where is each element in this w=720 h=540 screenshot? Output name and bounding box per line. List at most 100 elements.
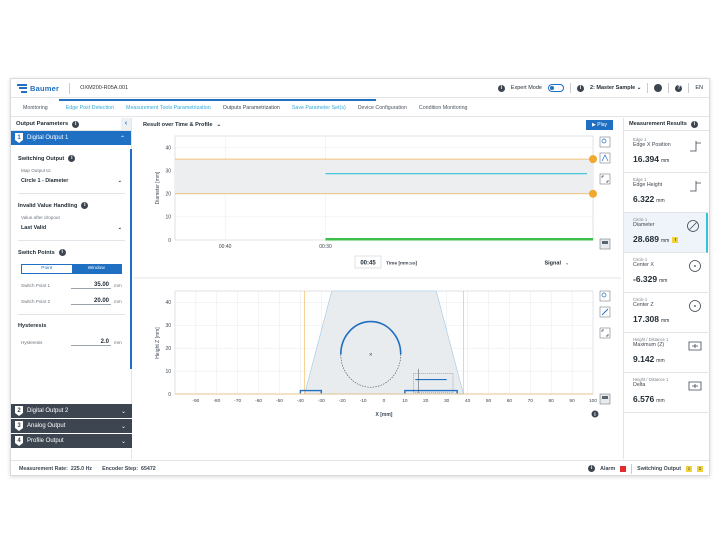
measurement-result-item[interactable]: Circle 1 Center Z 17.308 mm — [624, 293, 708, 333]
accordion-analog-output[interactable]: 3 Analog Output ⌄ — [11, 419, 132, 434]
info-icon[interactable]: i — [497, 84, 505, 92]
map-output-select[interactable]: Circle 1 - Diameter ⌄ — [21, 177, 122, 185]
x-tick-label: 80 — [549, 398, 555, 404]
circle-diameter-icon — [687, 220, 699, 232]
measurement-result-item[interactable]: Height / Distance 1 Delta 6.576 mm — [624, 373, 708, 413]
tab-measurement-tools[interactable]: Measurement Tools Parametrization — [120, 105, 217, 116]
info-icon[interactable]: i — [576, 84, 584, 92]
info-icon[interactable]: i — [588, 465, 596, 472]
mode-window-button[interactable]: Window — [71, 265, 121, 273]
y-tick-label: 10 — [165, 215, 171, 221]
x-tick-label: -30 — [318, 398, 325, 404]
switching-output-label: Switching Output — [637, 465, 681, 472]
chevron-down-icon: ⌄ — [565, 261, 569, 267]
other-outputs: 2 Digital Output 2 ⌄ 3 Analog Output ⌄ 4… — [11, 404, 132, 449]
info-icon[interactable]: i — [72, 120, 80, 128]
chevron-up-icon: ⌃ — [119, 135, 125, 142]
alarm-label: Alarm — [600, 465, 616, 472]
measure-time-icon[interactable] — [599, 152, 611, 164]
info-icon[interactable]: i — [690, 120, 698, 128]
zoom-time-icon[interactable] — [599, 136, 611, 148]
chevron-down-icon: ⌄ — [120, 408, 126, 415]
signal-selector[interactable]: Signal — [544, 261, 561, 267]
info-icon[interactable]: i — [68, 155, 76, 162]
height-delta-icon — [688, 381, 702, 391]
accordion-label: Analog Output — [27, 423, 66, 429]
switch-point-2-input[interactable]: 20.00 — [71, 298, 111, 305]
switch-point-1-row: Switch Point 1 35.00 mm — [21, 280, 122, 290]
accordion-digital-output-1[interactable]: 1 Digital Output 1 ⌃ — [11, 131, 131, 146]
result-unit: mm — [656, 198, 665, 204]
after-dropout-select[interactable]: Last Valid ⌄ — [21, 224, 122, 232]
result-unit: mm — [661, 158, 670, 164]
switching-output-1-indicator: 1 — [686, 465, 692, 472]
measurement-result-item[interactable]: Circle 1 Diameter 28.689 mm! — [624, 213, 708, 253]
tab-device-configuration[interactable]: Device Configuration — [352, 105, 413, 116]
header-controls: i Expert Mode i 2: Master Sample ⌄ ? EN — [497, 83, 703, 93]
collapse-panel-button[interactable]: ‹ — [121, 118, 131, 130]
y-tick-label: 20 — [165, 192, 171, 198]
time-value[interactable]: 00:45 — [360, 261, 376, 267]
play-button[interactable]: ▶ Play — [586, 119, 613, 130]
save-profile-icon[interactable] — [599, 393, 611, 405]
panel-title: Output Parameters — [16, 121, 69, 127]
encoder-label: Encoder Step: — [102, 465, 138, 472]
measurement-result-item[interactable]: Edge 1 Edge Height 6.322 mm — [624, 173, 708, 213]
chevron-down-icon: ⌄ — [117, 225, 122, 231]
y-tick-label: 0 — [168, 238, 171, 244]
hysteresis-input[interactable]: 2.0 — [71, 339, 111, 346]
output-number-badge: 3 — [15, 421, 23, 431]
mode-point-button[interactable]: Point — [22, 265, 72, 273]
tab-monitoring[interactable]: Monitoring — [11, 105, 54, 116]
result-value: 6.576 — [633, 394, 655, 404]
accordion-profile-output[interactable]: 4 Profile Output ⌄ — [11, 434, 132, 449]
output-number-badge: 1 — [15, 133, 23, 143]
headset-icon[interactable] — [654, 84, 663, 92]
accordion-label: Profile Output — [27, 438, 64, 444]
help-icon[interactable]: ? — [675, 84, 683, 92]
result-value: 17.308 — [633, 314, 659, 324]
x-tick-label: 10 — [402, 398, 408, 404]
unit-label: mm — [114, 282, 122, 288]
switch-point-1-input[interactable]: 35.00 — [71, 282, 111, 289]
info-icon[interactable]: i — [58, 249, 66, 256]
hysteresis-row: Hysteresis 2.0 mm — [21, 337, 122, 347]
divider — [18, 314, 125, 315]
info-icon[interactable]: i — [81, 202, 89, 209]
top-bar: Baumer OXM200-R05A.001 i Expert Mode i 2… — [11, 79, 709, 98]
x-tick-label: 0 — [383, 398, 386, 404]
save-time-icon[interactable] — [599, 238, 611, 250]
info-icon[interactable]: i — [591, 410, 599, 419]
chevron-down-icon: ⌄ — [636, 85, 642, 91]
sample-selector[interactable]: 2: Master Sample ⌄ — [590, 85, 641, 91]
measurement-result-item[interactable]: Height / Distance 1 Maximum (Z) 9.142 mm — [624, 333, 708, 373]
expert-mode-label: Expert Mode — [510, 85, 542, 91]
measurement-result-item[interactable]: Circle 1 Center X -6.329 mm — [624, 253, 708, 293]
tab-outputs-parametrization[interactable]: Outputs Parametrization — [217, 105, 286, 116]
fit-profile-icon[interactable] — [599, 327, 611, 339]
y-tick-label: 40 — [165, 300, 171, 306]
brand-name: Baumer — [30, 83, 60, 93]
accordion-label: Digital Output 2 — [27, 408, 69, 414]
result-unit: mm — [661, 318, 670, 324]
language-selector[interactable]: EN — [695, 85, 703, 91]
warning-badge: ! — [672, 236, 679, 243]
result-unit: mm — [659, 278, 668, 284]
tab-edge-post-detection[interactable]: Edge Post Detection — [54, 105, 120, 116]
expert-mode-toggle[interactable] — [547, 84, 564, 92]
accordion-digital-output-2[interactable]: 2 Digital Output 2 ⌄ — [11, 404, 132, 419]
chevron-down-icon[interactable]: ⌄ — [217, 122, 222, 128]
zoom-profile-icon[interactable] — [599, 290, 611, 302]
measurement-result-item[interactable]: Edge 1 Edge X Position 16.394 mm — [624, 133, 708, 173]
tab-condition-monitoring[interactable]: Condition Monitoring — [413, 105, 474, 116]
edit-profile-icon[interactable] — [599, 306, 611, 318]
fit-time-icon[interactable] — [599, 173, 611, 185]
output-parameters-panel: Output Parameters i ‹ 1 Digital Output 1… — [11, 118, 132, 459]
threshold-handle — [589, 189, 597, 198]
circle-center-icon — [689, 260, 701, 272]
result-header: Result over Time & Profile ⌄ ▶ Play — [133, 118, 621, 131]
encoder-value: 65472 — [141, 465, 156, 472]
chevron-down-icon: ⌄ — [120, 423, 126, 430]
tab-save-parameter-sets[interactable]: Save Parameter Set(s) — [286, 105, 352, 116]
result-value-row: 6.322 mm — [633, 194, 708, 204]
